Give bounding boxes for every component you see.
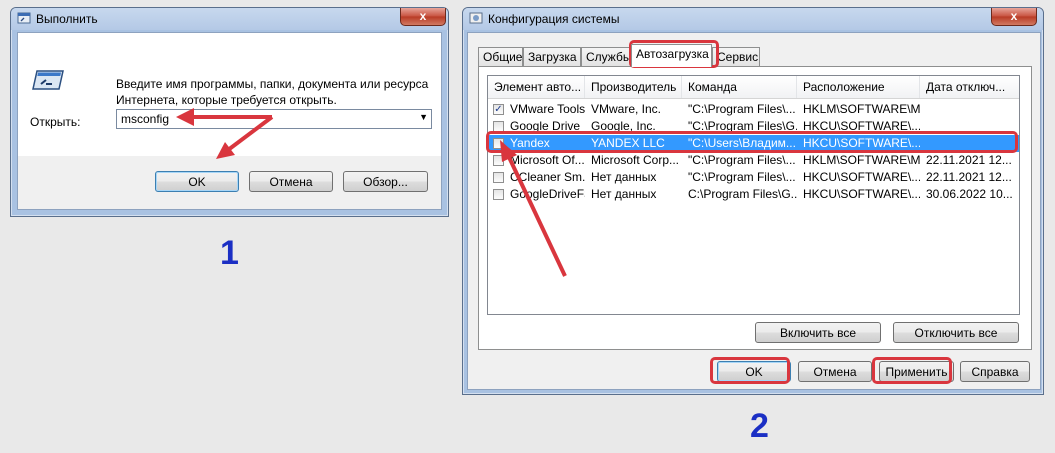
cell-command: "C:\Program Files\...: [688, 102, 796, 116]
cell-location: HKLM\SOFTWARE\M...: [803, 102, 920, 116]
cell-manufacturer: Microsoft Corp...: [591, 153, 680, 167]
help-button[interactable]: Справка: [960, 361, 1030, 382]
cell-location: HKLM\SOFTWARE\M...: [803, 153, 920, 167]
apply-button[interactable]: Применить: [879, 361, 954, 382]
tab-general[interactable]: Общие: [478, 47, 523, 66]
tab-tools[interactable]: Сервис: [712, 47, 760, 66]
cell-location: HKCU\SOFTWARE\...: [803, 119, 920, 133]
cell-manufacturer: Google, Inc.: [591, 119, 656, 133]
enable-all-button[interactable]: Включить все: [755, 322, 881, 343]
cell-command: "C:\Program Files\G...: [688, 119, 797, 133]
msconfig-annotation-arrow: [500, 140, 567, 277]
list-header: Элемент авто... Производитель Команда Ра…: [488, 76, 1019, 99]
cell-manufacturer: YANDEX LLC: [591, 136, 665, 150]
cell-manufacturer: Нет данных: [591, 187, 657, 201]
cell-manufacturer: VMware, Inc.: [591, 102, 662, 116]
column-header-manufacturer[interactable]: Производитель: [585, 76, 682, 98]
disable-all-button[interactable]: Отключить все: [893, 322, 1019, 343]
row-checkbox[interactable]: ✓: [493, 104, 504, 115]
msconfig-cancel-button[interactable]: Отмена: [798, 361, 872, 382]
run-annotation-arrows: [176, 108, 274, 159]
table-row[interactable]: ✓ VMware Tools VMware, Inc. "C:\Program …: [488, 101, 1019, 118]
cell-manufacturer: Нет данных: [591, 170, 657, 184]
cell-item: VMware Tools: [510, 102, 585, 116]
msconfig-titlebar[interactable]: Конфигурация системы x: [463, 8, 1043, 30]
column-header-location[interactable]: Расположение: [797, 76, 920, 98]
cell-date: 22.11.2021 12...: [926, 170, 1012, 184]
tab-startup[interactable]: Автозагрузка: [631, 44, 712, 67]
tab-services[interactable]: Службы: [581, 47, 631, 66]
cell-command: "C:\Program Files\...: [688, 153, 796, 167]
cell-location: HKCU\SOFTWARE\...: [803, 136, 920, 150]
msconfig-ok-button[interactable]: OK: [717, 361, 791, 382]
column-header-command[interactable]: Команда: [682, 76, 797, 98]
cell-date: 22.11.2021 12...: [926, 153, 1012, 167]
cell-command: "C:\Users\Владим...: [688, 136, 796, 150]
tab-boot[interactable]: Загрузка: [523, 47, 581, 66]
cell-location: HKCU\SOFTWARE\...: [803, 187, 920, 201]
cell-command: C:\Program Files\G...: [688, 187, 797, 201]
msconfig-title: Конфигурация системы: [488, 12, 620, 26]
system-config-icon: [469, 12, 483, 24]
column-header-item[interactable]: Элемент авто...: [488, 76, 585, 98]
column-header-date[interactable]: Дата отключ...: [920, 76, 1019, 98]
step-number-2: 2: [750, 407, 769, 445]
cell-command: "C:\Program Files\...: [688, 170, 796, 184]
cell-date: 30.06.2022 10...: [926, 187, 1013, 201]
step-number-1: 1: [220, 234, 239, 272]
msconfig-close-button[interactable]: x: [991, 8, 1037, 26]
cell-location: HKCU\SOFTWARE\...: [803, 170, 920, 184]
